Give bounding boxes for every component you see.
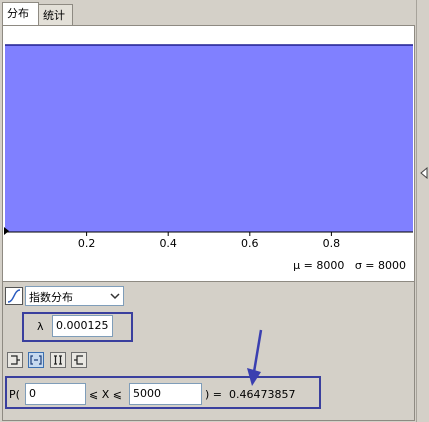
collapse-arrow-icon[interactable] [420, 167, 428, 179]
distribution-icon[interactable] [5, 287, 23, 305]
interval-icon[interactable] [28, 352, 44, 368]
x-tick-label: 0.4 [159, 237, 177, 250]
stats-text: μ = 8000 σ = 8000 [293, 259, 406, 272]
distribution-select[interactable]: 指数分布 [25, 286, 124, 306]
chevron-down-icon [110, 293, 120, 300]
two-tailed-icon[interactable] [50, 352, 66, 368]
upper-bound-input[interactable]: 5000 [129, 383, 202, 405]
lower-bound-input[interactable]: 0 [25, 383, 86, 405]
curve-icon [7, 289, 21, 303]
left-sided-icon[interactable] [7, 352, 23, 368]
x-tick-label: 0.8 [323, 237, 341, 250]
result-text: ) = 0.46473857 [205, 388, 296, 401]
lambda-input[interactable]: 0.000125 [52, 315, 113, 337]
right-sided-icon[interactable] [71, 352, 87, 368]
distribution-chart: 0.2 0.4 0.6 0.8 μ = 8000 σ = 8000 [3, 26, 414, 281]
side-collapse-bar[interactable] [416, 0, 429, 422]
tab-statistics-label: 统计 [43, 9, 65, 22]
density-area [5, 45, 413, 232]
prob-prefix: P( [9, 388, 20, 401]
x-tick-label: 0.6 [241, 237, 259, 250]
lambda-label: λ [37, 320, 44, 333]
tab-distribution[interactable]: 分布 [2, 2, 39, 25]
annotation-arrow [247, 329, 263, 386]
tab-distribution-label: 分布 [7, 7, 29, 20]
tab-statistics[interactable]: 统计 [38, 4, 73, 25]
x-tick-label: 0.2 [78, 237, 96, 250]
distribution-select-value: 指数分布 [29, 291, 73, 304]
inequality-text: ⩽ X ⩽ [89, 388, 122, 401]
